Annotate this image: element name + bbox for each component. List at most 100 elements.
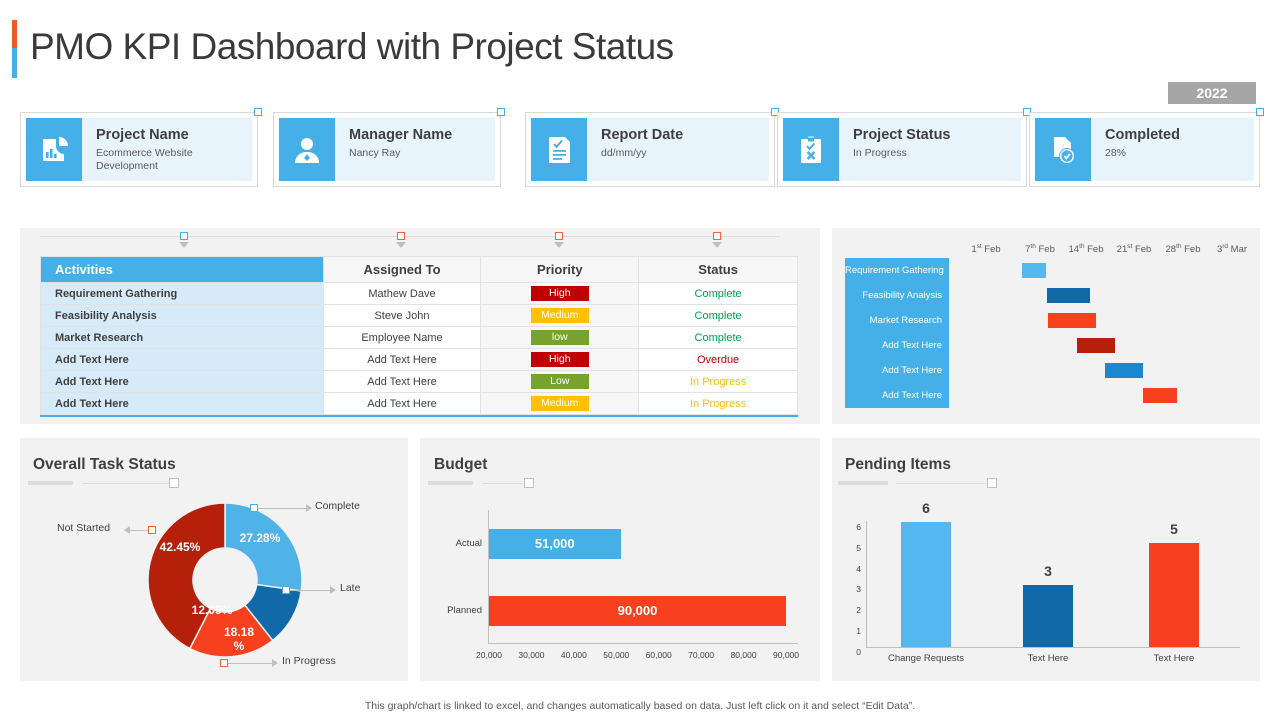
column-handle-activities[interactable] <box>180 232 188 240</box>
title-accent-blue <box>12 48 17 78</box>
document-check-circle-icon <box>1035 118 1091 181</box>
gantt-bar[interactable] <box>1077 338 1115 353</box>
cell-assigned-to: Add Text Here <box>322 370 482 393</box>
title-accent-orange <box>12 20 17 48</box>
edit-handle[interactable] <box>254 108 262 116</box>
overall-task-status-title: Overall Task Status <box>33 456 176 473</box>
section-slider-track[interactable] <box>82 483 178 484</box>
leader-line-complete <box>258 508 308 509</box>
cell-status: Complete <box>638 282 798 305</box>
table-row[interactable]: Add Text Here Add Text Here Low In Progress <box>40 370 798 393</box>
kpi-subtitle: Nancy Ray <box>349 146 401 159</box>
kpi-text-block: Manager Name Nancy Ray <box>335 118 495 181</box>
chevron-down-icon[interactable] <box>712 242 722 248</box>
pending-items-bar[interactable] <box>1023 584 1073 647</box>
section-divider <box>28 481 73 485</box>
donut-percent-label: 27.28% <box>239 531 281 545</box>
budget-x-axis <box>488 643 798 644</box>
budget-x-tick: 50,000 <box>603 650 630 660</box>
cell-status: In Progress <box>638 370 798 393</box>
pending-items-value-label: 5 <box>1170 520 1178 537</box>
column-handle-priority[interactable] <box>555 232 563 240</box>
donut-percent-label: 42.45% <box>159 540 201 554</box>
kpi-subtitle: dd/mm/yy <box>601 146 647 159</box>
pending-items-bar[interactable] <box>1149 542 1199 647</box>
kpi-card-row: Project Name Ecommerce Website Developme… <box>20 108 1264 192</box>
donut-label-not-started: Not Started <box>57 522 111 534</box>
edit-handle[interactable] <box>497 108 505 116</box>
section-slider-track[interactable] <box>896 483 992 484</box>
column-header-priority[interactable]: Priority <box>480 256 640 283</box>
pending-items-category-label: Change Requests <box>887 653 965 664</box>
kpi-card-project-status[interactable]: Project Status In Progress <box>777 108 1031 187</box>
year-badge: 2022 <box>1168 82 1256 104</box>
leader-line-in-progress <box>228 663 274 664</box>
leader-arrow-late <box>330 586 336 594</box>
table-row[interactable]: Requirement Gathering Mathew Dave High Comp… <box>40 282 798 305</box>
cell-status: In Progress <box>638 392 798 415</box>
column-header-assigned-to[interactable]: Assigned To <box>322 256 482 283</box>
section-slider-knob[interactable] <box>524 478 534 488</box>
gantt-bar[interactable] <box>1047 288 1090 303</box>
cell-activity: Add Text Here <box>40 392 324 415</box>
cell-priority: low <box>480 326 640 349</box>
checklist-document-icon <box>531 118 587 181</box>
cell-priority: High <box>480 282 640 305</box>
table-row[interactable]: Add Text Here Add Text Here High Overdue <box>40 348 798 371</box>
table-row[interactable]: Market Research Employee Name low Complete <box>40 326 798 349</box>
gantt-bar[interactable] <box>1143 388 1177 403</box>
column-handle-assigned[interactable] <box>397 232 405 240</box>
kpi-subtitle: Ecommerce Website Development <box>96 146 193 172</box>
chevron-down-icon[interactable] <box>396 242 406 248</box>
section-slider-knob[interactable] <box>987 478 997 488</box>
person-avatar-icon <box>279 118 335 181</box>
kpi-card-project-name[interactable]: Project Name Ecommerce Website Developme… <box>20 108 262 187</box>
table-row[interactable]: Add Text Here Add Text Here Medium In Progr… <box>40 392 798 415</box>
column-header-status[interactable]: Status <box>638 256 798 283</box>
kpi-card-completed[interactable]: Completed 28% <box>1029 108 1264 187</box>
cell-activity: Requirement Gathering <box>40 282 324 305</box>
kpi-card-manager-name[interactable]: Manager Name Nancy Ray <box>273 108 505 187</box>
budget-x-tick: 30,000 <box>518 650 545 660</box>
leader-handle-late[interactable] <box>282 586 290 594</box>
cell-activity: Add Text Here <box>40 370 324 393</box>
priority-badge: low <box>530 330 589 345</box>
chevron-down-icon[interactable] <box>179 242 189 248</box>
leader-handle-complete[interactable] <box>250 504 258 512</box>
cell-assigned-to: Add Text Here <box>322 392 482 415</box>
pending-items-y-tick: 4 <box>856 563 861 574</box>
gantt-task-label: Feasibility Analysis <box>862 290 942 301</box>
budget-bar-actual[interactable]: 51,000 <box>489 529 621 559</box>
section-slider-knob[interactable] <box>169 478 179 488</box>
column-header-activities[interactable]: Activities <box>40 256 324 283</box>
gantt-date-tick: 1st Feb <box>971 243 1001 256</box>
budget-category-actual: Actual <box>455 538 482 549</box>
table-row[interactable]: Feasibility Analysis Steve John Medium Comp… <box>40 304 798 327</box>
column-handle-status[interactable] <box>713 232 721 240</box>
cell-status: Complete <box>638 326 798 349</box>
budget-x-tick: 90,000 <box>773 650 799 660</box>
chevron-down-icon[interactable] <box>554 242 564 248</box>
section-slider-track[interactable] <box>482 483 526 484</box>
budget-x-tick: 70,000 <box>688 650 715 660</box>
cell-assigned-to: Steve John <box>322 304 482 327</box>
budget-bar-planned[interactable]: 90,000 <box>489 596 786 626</box>
gantt-bar[interactable] <box>1105 363 1143 378</box>
pending-items-x-axis <box>866 647 1240 648</box>
kpi-text-block: Project Name Ecommerce Website Developme… <box>82 118 252 181</box>
leader-handle-in-progress[interactable] <box>220 659 228 667</box>
leader-handle-not-started[interactable] <box>148 526 156 534</box>
pending-items-title: Pending Items <box>845 456 951 473</box>
pending-items-bar[interactable] <box>901 522 951 647</box>
edit-handle[interactable] <box>1256 108 1264 116</box>
donut-label-in-progress: In Progress <box>282 655 336 667</box>
kpi-text-block: Completed 28% <box>1091 118 1254 181</box>
gantt-bar[interactable] <box>1022 263 1046 278</box>
section-divider <box>428 481 473 485</box>
kpi-card-report-date[interactable]: Report Date dd/mm/yy <box>525 108 779 187</box>
gantt-bar[interactable] <box>1048 313 1096 328</box>
pending-items-y-tick: 5 <box>856 542 861 553</box>
pending-items-y-tick: 6 <box>856 522 861 532</box>
cell-assigned-to: Add Text Here <box>322 348 482 371</box>
gantt-task-label: Requirement Gathering <box>845 265 944 276</box>
